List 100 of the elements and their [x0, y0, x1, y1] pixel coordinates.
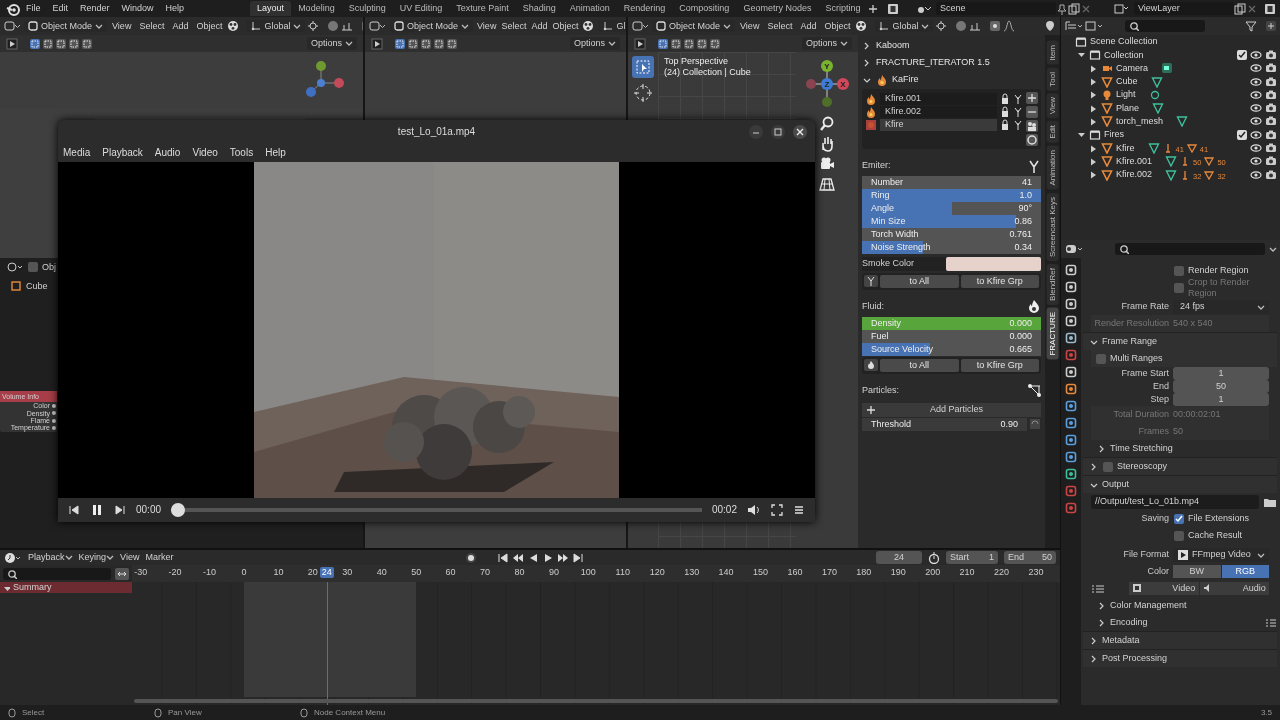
menu-item[interactable]: Object: [551, 20, 580, 32]
tab-button[interactable]: Video: [1129, 582, 1199, 595]
panel-header[interactable]: Kaboom: [862, 37, 1041, 54]
menu-item[interactable]: View: [109, 20, 135, 32]
action-button[interactable]: to Kfire Grp: [960, 358, 1039, 372]
sidebar-tab[interactable]: Animation: [1046, 146, 1059, 190]
menu-item[interactable]: Render: [74, 3, 116, 14]
menu-item[interactable]: Playback: [28, 552, 73, 563]
scene-field[interactable]: Scene: [936, 2, 1056, 15]
checkbox[interactable]: Render Region: [1173, 265, 1249, 276]
checkbox[interactable]: Cache Result: [1173, 530, 1243, 541]
panel-header[interactable]: Frame Range: [1083, 332, 1277, 350]
workspace-tab[interactable]: Scripting: [818, 1, 868, 16]
channel-row[interactable]: Summary: [0, 582, 132, 593]
workspace-tab[interactable]: Layout: [250, 1, 292, 16]
slider-field[interactable]: Ring 1.0: [862, 189, 1041, 202]
options-dropdown[interactable]: Options: [306, 37, 357, 50]
menu-item[interactable]: View: [476, 20, 498, 32]
tree-row[interactable]: Light: [1061, 88, 1280, 102]
tree-row[interactable]: torch_mesh: [1061, 114, 1280, 129]
tree-row[interactable]: Fires: [1061, 128, 1280, 142]
panel-header[interactable]: Color Management: [1091, 597, 1277, 614]
action-button[interactable]: to All: [880, 358, 959, 372]
menu-item[interactable]: Window: [115, 3, 160, 14]
sidebar-tab[interactable]: FRACTURE: [1046, 307, 1059, 360]
menu-item[interactable]: File: [20, 3, 47, 14]
tab-button[interactable]: Audio: [1199, 582, 1269, 595]
frame-field[interactable]: End 50: [1004, 551, 1056, 564]
current-frame-marker[interactable]: 24: [319, 567, 334, 578]
menu-item[interactable]: Object: [193, 20, 226, 32]
action-button[interactable]: to All: [880, 275, 959, 288]
options-dropdown[interactable]: Options: [569, 37, 620, 50]
checkbox[interactable]: File Extensions: [1173, 513, 1250, 524]
workspace-tab[interactable]: Rendering: [616, 1, 673, 16]
orientation-dropdown[interactable]: Global: [875, 19, 934, 33]
sidebar-tab[interactable]: Tool: [1046, 67, 1059, 91]
panel-header[interactable]: FRACTURE_ITERATOR 1.5: [862, 54, 1041, 71]
tree-label[interactable]: Scene Collection: [1090, 36, 1158, 48]
menu-item[interactable]: View: [737, 20, 763, 32]
workspace-tab[interactable]: Sculpting: [341, 1, 393, 16]
menu-item[interactable]: Add: [530, 20, 549, 32]
panel-header[interactable]: Stereoscopy: [1083, 457, 1277, 475]
tree-row[interactable]: Camera: [1061, 61, 1280, 75]
tree-row[interactable]: Collection: [1061, 48, 1280, 62]
menu-item[interactable]: Select: [764, 20, 796, 32]
menu-item[interactable]: Edit: [46, 3, 75, 14]
slider-field[interactable]: Angle 90°: [862, 202, 1041, 215]
options-dropdown[interactable]: Options: [801, 37, 852, 50]
dropdown[interactable]: FFmpeg Video: [1173, 547, 1269, 562]
mode-dropdown[interactable]: Object Mode: [390, 19, 474, 33]
menu-item[interactable]: Keying: [78, 552, 115, 563]
toggle-button[interactable]: BW: [1173, 565, 1221, 578]
sidebar-tab[interactable]: Edit: [1046, 121, 1059, 144]
mode-dropdown[interactable]: Object Mode: [24, 19, 108, 33]
toggle-button[interactable]: RGB: [1221, 565, 1269, 578]
menu-item[interactable]: Media: [63, 146, 91, 159]
panel-header[interactable]: Encoding: [1091, 614, 1277, 631]
number-field[interactable]: Torch Width 0.761: [862, 228, 1041, 241]
view-layer-field[interactable]: ViewLayer: [1134, 2, 1234, 15]
menu-item[interactable]: View: [120, 552, 140, 563]
workspace-tab[interactable]: UV Editing: [392, 1, 450, 16]
sidebar-tab[interactable]: Item: [1046, 41, 1059, 65]
menu-item[interactable]: Video: [192, 146, 218, 159]
sidebar-tab[interactable]: View: [1046, 93, 1059, 119]
dropdown[interactable]: 24 fps: [1173, 299, 1269, 314]
menu-item[interactable]: Help: [159, 3, 191, 14]
action-button[interactable]: to Kfire Grp: [960, 275, 1039, 288]
frame-field[interactable]: 24: [876, 551, 922, 564]
mode-dropdown[interactable]: Object Mode: [652, 19, 736, 33]
navigation-gizmo-drawing[interactable]: X Y Z: [799, 56, 855, 112]
panel-header[interactable]: Time Stretching: [1091, 440, 1277, 457]
sidebar-tab[interactable]: BlendRef: [1046, 263, 1059, 305]
orientation-dropdown[interactable]: Global: [247, 19, 306, 33]
panel-header[interactable]: Metadata: [1083, 631, 1277, 649]
menu-item[interactable]: Object: [821, 20, 854, 32]
tree-row[interactable]: Plane: [1061, 101, 1280, 115]
number-field[interactable]: Number 41: [862, 176, 1041, 189]
menu-item[interactable]: Select: [136, 20, 168, 32]
panel-header[interactable]: Output: [1083, 475, 1277, 493]
number-field[interactable]: 1: [1173, 367, 1269, 380]
menu-item[interactable]: Tools: [229, 146, 254, 159]
menu-item[interactable]: Select: [500, 20, 528, 32]
add-particles-button[interactable]: Add Particles: [862, 402, 1041, 417]
menu-item[interactable]: Playback: [102, 146, 143, 159]
menu-item[interactable]: Marker: [145, 552, 174, 563]
menu-item[interactable]: Add: [169, 20, 192, 32]
slider-field[interactable]: Noise Strength 0.34: [862, 241, 1041, 254]
number-field[interactable]: 1: [1173, 393, 1269, 406]
panel-header[interactable]: Post Processing: [1083, 649, 1277, 667]
number-field[interactable]: 50: [1173, 380, 1269, 393]
panel-header[interactable]: KaFire: [862, 71, 1041, 88]
sidebar-tab[interactable]: Screencast Keys: [1046, 192, 1059, 261]
orientation-dropdown[interactable]: Gl: [599, 19, 626, 33]
menu-item[interactable]: Help: [265, 146, 286, 159]
workspace-tab[interactable]: Geometry Nodes: [736, 1, 819, 16]
workspace-tab[interactable]: Shading: [515, 1, 563, 16]
workspace-tab[interactable]: Texture Paint: [449, 1, 516, 16]
frame-field[interactable]: Start 1: [946, 551, 998, 564]
workspace-tab[interactable]: Compositing: [672, 1, 737, 16]
tree-row[interactable]: Cube: [1061, 74, 1280, 89]
